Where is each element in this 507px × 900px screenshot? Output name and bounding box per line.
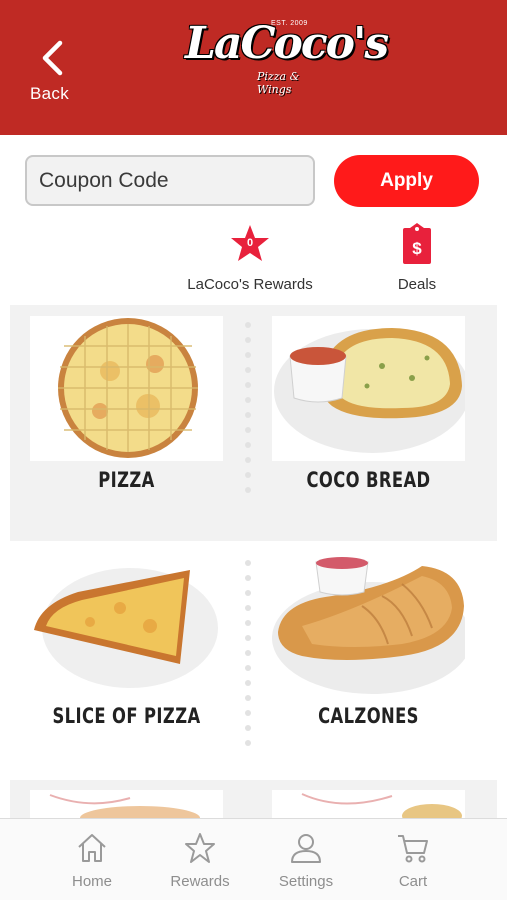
menu-item-label: COCO BREAD: [306, 468, 431, 492]
pizza-slice-photo: [30, 556, 223, 701]
tab-label: Home: [71, 873, 112, 890]
menu-item-partial[interactable]: [272, 790, 465, 820]
menu-item-partial[interactable]: [30, 790, 223, 820]
app-header: Back LaCoco's EST. 2009 Pizza & Wings: [0, 0, 507, 135]
menu-item-label: CALZONES: [318, 704, 419, 728]
menu-item-label: SLICE OF PIZZA: [52, 704, 201, 728]
home-icon: [78, 834, 106, 862]
coupon-code-input[interactable]: [25, 155, 315, 206]
tab-settings[interactable]: Settings: [256, 831, 356, 890]
tab-label: Settings: [278, 873, 334, 890]
logo-tagline: Pizza & Wings: [257, 70, 300, 96]
menu-item-slice-of-pizza[interactable]: SLICE OF PIZZA: [30, 556, 223, 756]
tab-rewards[interactable]: Rewards: [150, 831, 250, 890]
star-icon: [185, 833, 215, 863]
rewards-count: 0: [246, 237, 254, 249]
back-button[interactable]: Back: [22, 40, 82, 106]
deals-link[interactable]: $ Deals: [385, 222, 449, 293]
bottom-tab-bar: Home Rewards Settings Cart: [0, 818, 507, 900]
menu-item-pizza[interactable]: PIZZA: [30, 316, 223, 516]
tab-home[interactable]: Home: [42, 831, 142, 890]
rewards-label: LaCoco's Rewards: [187, 276, 313, 293]
svg-text:$: $: [412, 239, 422, 258]
tab-label: Cart: [398, 873, 428, 890]
back-label: Back: [30, 84, 69, 103]
column-divider: [244, 560, 252, 755]
tab-label: Rewards: [170, 873, 230, 890]
rewards-link[interactable]: 0 LaCoco's Rewards: [185, 222, 315, 293]
column-divider: [244, 322, 252, 502]
chevron-left-icon: [42, 40, 63, 76]
person-icon: [291, 834, 321, 863]
tab-cart[interactable]: Cart: [363, 831, 463, 890]
coco-bread-photo: [272, 316, 465, 461]
cart-icon: [398, 835, 428, 863]
brand-logo: LaCoco's EST. 2009 Pizza & Wings: [185, 16, 389, 96]
menu-item-calzones[interactable]: CALZONES: [272, 556, 465, 756]
calzone-photo: [272, 556, 465, 701]
logo-established: EST. 2009: [271, 20, 308, 27]
price-tag-icon: $: [403, 223, 431, 264]
pizza-photo: [30, 316, 223, 461]
apply-button[interactable]: Apply: [334, 155, 479, 207]
menu-item-coco-bread[interactable]: COCO BREAD: [272, 316, 465, 516]
menu-item-label: PIZZA: [98, 468, 155, 492]
deals-label: Deals: [397, 276, 437, 293]
